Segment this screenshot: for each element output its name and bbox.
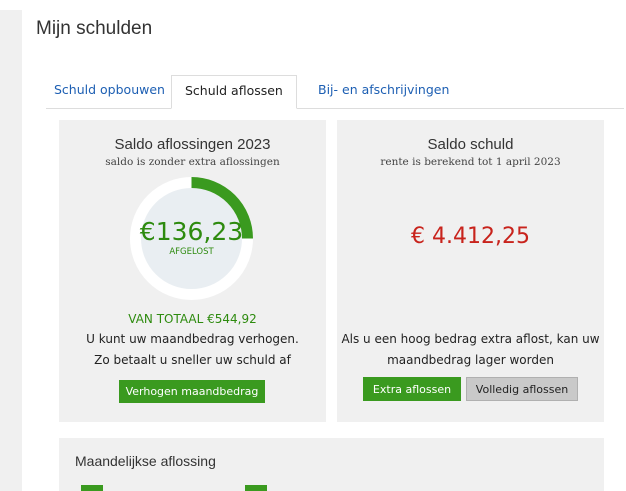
monthly-card-title: Maandelijkse aflossing — [75, 453, 216, 469]
repayment-info-line-2: Zo betaalt u sneller uw schuld af — [94, 353, 291, 367]
full-repay-button[interactable]: Volledig aflossen — [466, 377, 578, 401]
tab-bar: Schuld opbouwen Schuld aflossen Bij- en … — [46, 75, 624, 109]
tab-schuld-opbouwen[interactable]: Schuld opbouwen — [54, 75, 165, 107]
repayment-info-line-1: U kunt uw maandbedrag verhogen. — [86, 332, 299, 346]
monthly-repayment-card: Maandelijkse aflossing — [59, 438, 604, 491]
left-strip — [0, 10, 22, 491]
repaid-amount: €136,23 — [139, 217, 244, 246]
debt-card-title: Saldo schuld — [427, 136, 514, 153]
repayment-card-subtitle: saldo is zonder extra aflossingen — [105, 156, 280, 168]
tab-bij-en-afschrijvingen[interactable]: Bij- en afschrijvingen — [318, 75, 449, 107]
increase-monthly-amount-button[interactable]: Verhogen maandbedrag — [119, 380, 265, 403]
repayment-card-title: Saldo aflossingen 2023 — [114, 136, 271, 153]
page-container: Mijn schulden Schuld opbouwen Schuld afl… — [22, 10, 626, 491]
top-strip — [0, 0, 626, 10]
repayment-progress-donut: €136,23 AFGELOST — [129, 176, 254, 301]
debt-info-line-2: maandbedrag lager worden — [387, 353, 554, 367]
total-amount: VAN TOTAAL €544,92 — [128, 312, 257, 326]
debt-amount: € 4.412,25 — [411, 224, 530, 249]
monthly-bar-2 — [245, 485, 267, 491]
repayment-card: Saldo aflossingen 2023 saldo is zonder e… — [59, 120, 326, 422]
page-title: Mijn schulden — [36, 18, 153, 39]
repaid-label: AFGELOST — [169, 247, 214, 257]
tab-schuld-aflossen[interactable]: Schuld aflossen — [171, 75, 297, 109]
debt-balance-card: Saldo schuld rente is berekend tot 1 apr… — [337, 120, 604, 422]
debt-card-subtitle: rente is berekend tot 1 april 2023 — [380, 156, 561, 168]
extra-repay-button[interactable]: Extra aflossen — [363, 377, 461, 401]
debt-info-line-1: Als u een hoog bedrag extra aflost, kan … — [341, 332, 600, 346]
monthly-bar-1 — [81, 485, 103, 491]
